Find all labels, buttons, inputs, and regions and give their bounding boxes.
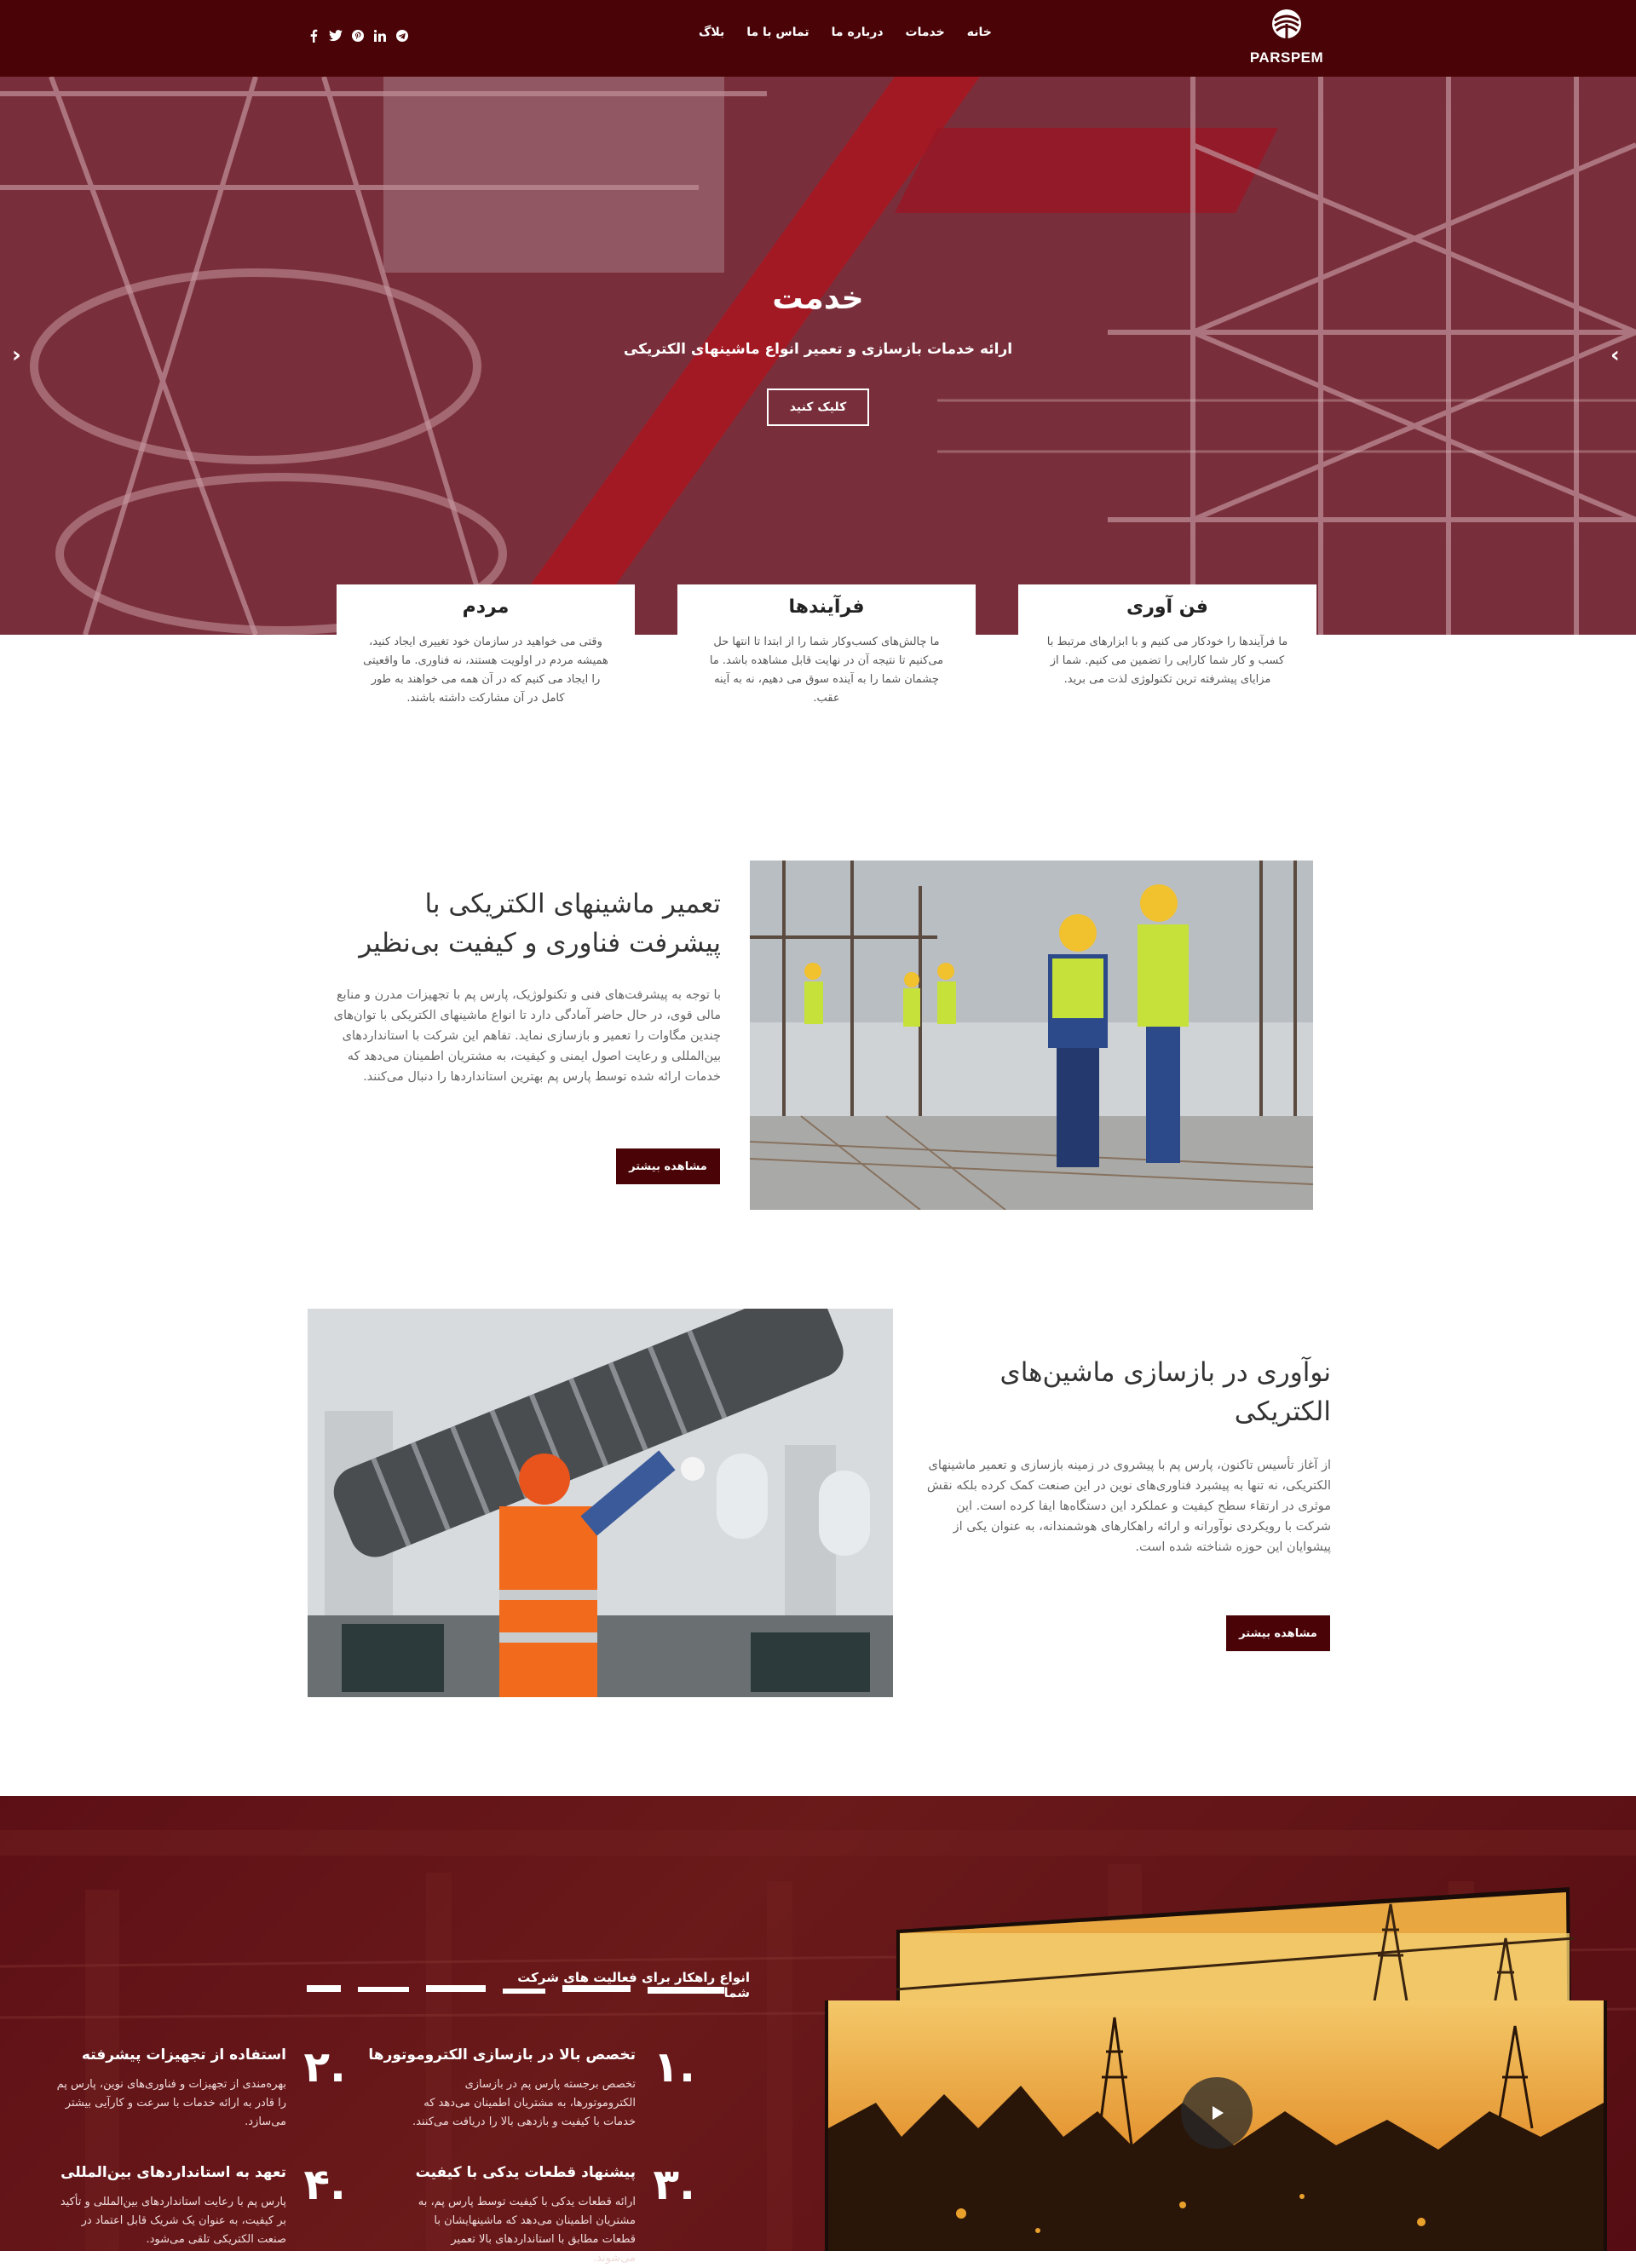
- solution-item-1: .۱ تخصص بالا در بازسازی الکتروموتورها تخ…: [368, 2042, 695, 2147]
- hero-slider: خدمت ارائه خدمات بازسازی و تعمیر انواع م…: [0, 77, 1636, 635]
- section2-title-line2: الکتریکی: [1234, 1396, 1331, 1427]
- solution-item-2: .۲ استفاده از تجهیزات پیشرفته بهره‌مندی …: [56, 2045, 346, 2147]
- social-links: [307, 29, 409, 43]
- feature-card-processes: فرآیندها ما چالش‌های کسب‌وکار شما را از …: [677, 584, 976, 738]
- feature-card-title: فن آوری: [1126, 596, 1208, 618]
- hero-subtitle: ارائه خدمات بازسازی و تعمیر انواع ماشینه…: [623, 341, 1013, 358]
- chevron-left-icon[interactable]: ‹: [12, 343, 21, 368]
- site-header: PARSPEM خانه خدمات درباره ما تماس با ما …: [0, 0, 1636, 77]
- section2-title: نوآوری در بازسازی ماشین‌های الکتریکی: [920, 1353, 1331, 1431]
- main-nav: خانه خدمات درباره ما تماس با ما بلاگ: [699, 26, 992, 48]
- logo[interactable]: PARSPEM: [1244, 9, 1329, 68]
- section2-text: از آغاز تأسیس تاکنون، پارس پم با پیشروی …: [926, 1459, 1331, 1554]
- nav-home[interactable]: خانه: [967, 26, 992, 48]
- solution-text: ارائه قطعات یدکی با کیفیت توسط پارس پم، …: [418, 2196, 636, 2265]
- section2-title-line1: نوآوری در بازسازی ماشین‌های: [999, 1357, 1331, 1388]
- solution-title: استفاده از تجهیزات پیشرفته: [81, 2046, 286, 2064]
- chevron-right-icon[interactable]: ›: [1610, 343, 1620, 368]
- feature-card-technology: فن آوری ما فرآیندها را خودکار می کنیم و …: [1018, 584, 1316, 738]
- solution-text: پارس پم با رعایت استانداردهای بین‌المللی…: [60, 2196, 286, 2246]
- feature-card-title: مردم: [462, 596, 510, 618]
- logo-text: PARSPEM: [1249, 49, 1324, 66]
- facebook-icon[interactable]: [307, 29, 320, 43]
- twitter-icon[interactable]: [329, 29, 343, 43]
- nav-contact[interactable]: تماس با ما: [746, 26, 809, 48]
- nav-about[interactable]: درباره ما: [832, 26, 884, 48]
- solution-number: .۲: [303, 2042, 346, 2092]
- section1-text: با توجه به پیشرفت‌های فنی و تکنولوژیک، پ…: [333, 988, 721, 1084]
- linkedin-icon[interactable]: [373, 29, 387, 43]
- section1-more-button[interactable]: مشاهده بیشتر: [616, 1148, 720, 1184]
- solution-number: .۴: [303, 2160, 346, 2209]
- workers-construction-image: [750, 861, 1313, 1210]
- play-icon: [1213, 2106, 1224, 2120]
- solution-text: تخصص برجسته پارس پم در بازسازی الکتروموت…: [412, 2078, 636, 2128]
- nav-services[interactable]: خدمات: [906, 26, 945, 48]
- section1-title: تعمیر ماشینهای الکتریکی با پیشرفت فناوری…: [324, 884, 721, 963]
- feature-card-text: ما فرآیندها را خودکار می کنیم و با ابزار…: [1046, 636, 1288, 686]
- solution-number: .۳: [653, 2160, 695, 2209]
- section1-title-line1: تعمیر ماشینهای الکتریکی با: [424, 889, 721, 919]
- feature-card-text: ما چالش‌های کسب‌وکار شما را از ابتدا تا …: [709, 636, 944, 705]
- solution-item-3: .۳ پیشنهاد قطعات یدکی با کیفیت ارائه قطع…: [406, 2160, 695, 2265]
- hero-cta-button[interactable]: کلیک کنید: [767, 389, 869, 426]
- solution-title: تخصص بالا در بازسازی الکتروموتورها: [368, 2046, 636, 2064]
- logo-icon: [1272, 9, 1301, 39]
- telegram-icon[interactable]: [395, 29, 409, 43]
- solution-title: تعهد به استانداردهای بین‌المللی: [60, 2164, 286, 2181]
- solution-item-4: .۴ تعهد به استانداردهای بین‌المللی پارس …: [56, 2162, 346, 2251]
- solution-title: پیشنهاد قطعات یدکی با کیفیت: [415, 2164, 636, 2181]
- section1-title-line2: پیشرفت فناوری و کیفیت بی‌نظیر: [359, 928, 721, 958]
- solution-text: بهره‌مندی از تجهیزات و فناوری‌های نوین، …: [56, 2078, 286, 2128]
- feature-card-people: مردم وقتی می خواهید در سازمان خود تغییری…: [337, 584, 635, 738]
- band-ghost-heading: [307, 1985, 724, 1994]
- feature-card-text: وقتی می خواهید در سازمان خود تغییری ایجا…: [363, 636, 608, 705]
- pinterest-icon[interactable]: [351, 29, 365, 43]
- feature-card-title: فرآیندها: [788, 596, 865, 618]
- nav-blog[interactable]: بلاگ: [699, 26, 724, 48]
- engineer-rotor-image: [308, 1309, 893, 1697]
- solution-number: .۱: [653, 2042, 695, 2092]
- hero-title: خدمت: [772, 281, 864, 316]
- section2-more-button[interactable]: مشاهده بیشتر: [1226, 1615, 1330, 1651]
- play-button[interactable]: [1181, 2077, 1253, 2149]
